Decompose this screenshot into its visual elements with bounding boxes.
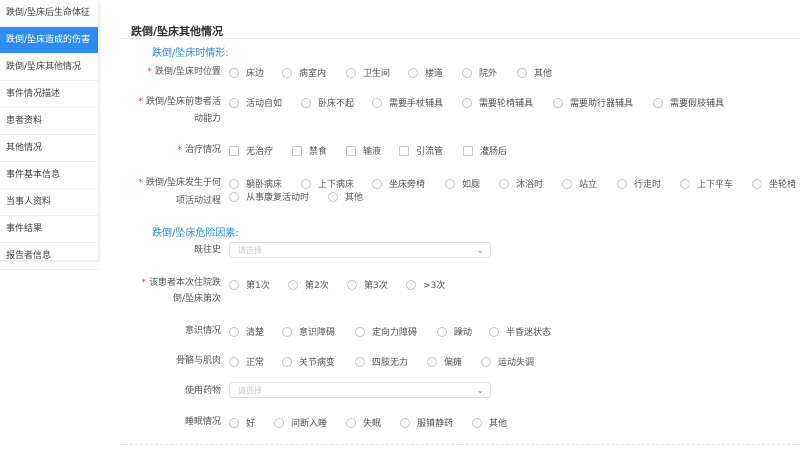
radio-bone-normal[interactable]: 正常 <box>229 355 264 368</box>
radio-activity-lying[interactable]: 躺卧病床 <box>229 177 282 190</box>
radio-count-more-than-3[interactable]: >3次 <box>406 278 445 291</box>
field-label-treatment: * 治疗情况 <box>177 145 221 155</box>
radio-location-other[interactable]: 其他 <box>517 66 552 79</box>
field-label-activity: * 跌倒/坠床发生于何 <box>138 178 221 188</box>
radio-ability-bedridden[interactable]: 卧床不起 <box>301 96 354 109</box>
radio-bone-weakness[interactable]: 四肢无力 <box>355 355 408 368</box>
field-label-fall-count: * 该患者本次住院跌 <box>141 278 221 288</box>
radio-bone-ataxia[interactable]: 运动失调 <box>481 355 534 368</box>
radio-consciousness-orientation[interactable]: 定向力障碍 <box>355 325 417 338</box>
radio-location-outside[interactable]: 院外 <box>462 66 497 79</box>
field-label-activity-cont: 项活动过程 <box>175 196 221 206</box>
field-label-fall-count-cont: 倒/坠床第次 <box>172 294 221 304</box>
chevron-down-icon: ⌄ <box>476 386 484 396</box>
radio-activity-getting-in-out-bed[interactable]: 上下病床 <box>301 177 354 190</box>
radio-bone-joint[interactable]: 关节病变 <box>282 355 335 368</box>
chevron-down-icon: ⌄ <box>476 246 484 256</box>
field-label-sleep: 睡眠情况 <box>184 417 221 427</box>
field-label-location: * 跌倒/坠床时位置 <box>147 67 221 77</box>
radio-sleep-other[interactable]: 其他 <box>472 416 507 429</box>
section-heading-circumstances: 跌倒/坠床时情形: <box>152 48 229 59</box>
field-label-ability-cont: 动能力 <box>193 114 221 124</box>
title-divider <box>120 38 800 39</box>
checkbox-treatment-none[interactable]: 无治疗 <box>229 144 273 157</box>
radio-activity-walking[interactable]: 行走时 <box>617 177 661 190</box>
radio-consciousness-semicoma[interactable]: 半昏迷状态 <box>489 325 551 338</box>
radio-ability-free[interactable]: 活动自如 <box>229 96 282 109</box>
radio-consciousness-agitation[interactable]: 躁动 <box>437 325 472 338</box>
radio-activity-bathing[interactable]: 沐浴时 <box>499 177 543 190</box>
field-label-history: 既往史 <box>193 245 221 255</box>
section-heading-risk-factors: 跌倒/坠床危险因素: <box>152 228 239 239</box>
radio-ability-cane[interactable]: 需要手杖辅具 <box>372 96 443 109</box>
page-title: 跌倒/坠床其他情况 <box>131 25 224 38</box>
field-label-consciousness: 意识情况 <box>184 326 221 336</box>
sidebar-item-vital-signs[interactable]: 跌倒/坠床后生命体征 <box>0 0 98 27</box>
checkbox-treatment-fasting[interactable]: 禁食 <box>292 144 327 157</box>
radio-activity-toilet[interactable]: 如厕 <box>445 177 480 190</box>
radio-count-2[interactable]: 第2次 <box>288 278 329 291</box>
radio-bone-hemiplegia[interactable]: 偏瘫 <box>427 355 462 368</box>
radio-count-1[interactable]: 第1次 <box>229 278 270 291</box>
sidebar-nav: 跌倒/坠床后生命体征 跌倒/坠床造成的伤害 跌倒/坠床其他情况 事件情况描述 患… <box>0 0 98 270</box>
radio-consciousness-disorder[interactable]: 意识障碍 <box>282 325 335 338</box>
radio-ability-walker[interactable]: 需要助行器辅具 <box>553 96 633 109</box>
radio-ability-wheelchair[interactable]: 需要轮椅辅具 <box>462 96 533 109</box>
radio-activity-other[interactable]: 其他 <box>328 190 363 203</box>
medication-select[interactable]: 请选择 ⌄ <box>229 382 491 398</box>
radio-location-ward[interactable]: 病室内 <box>282 66 326 79</box>
radio-sleep-sedative[interactable]: 服镇静药 <box>400 416 453 429</box>
radio-activity-bedside-chair[interactable]: 坐床旁椅 <box>372 177 425 190</box>
field-label-medication: 使用药物 <box>184 386 221 396</box>
radio-sleep-insomnia[interactable]: 失眠 <box>346 416 381 429</box>
radio-activity-wheelchair[interactable]: 坐轮椅 <box>752 177 796 190</box>
radio-sleep-good[interactable]: 好 <box>229 416 255 429</box>
radio-consciousness-clear[interactable]: 清楚 <box>229 325 264 338</box>
field-label-bone-muscle: 骨骼与肌肉 <box>175 356 221 366</box>
sidebar-item-event-result[interactable]: 事件结果 <box>0 216 98 243</box>
radio-activity-stretcher[interactable]: 上下平车 <box>680 177 733 190</box>
bottom-divider <box>120 444 800 445</box>
sidebar-item-injury[interactable]: 跌倒/坠床造成的伤害 <box>0 27 98 54</box>
radio-location-corridor[interactable]: 楼道 <box>408 66 443 79</box>
checkbox-treatment-infusion[interactable]: 输液 <box>346 144 381 157</box>
radio-ability-prosthesis[interactable]: 需要假肢辅具 <box>653 96 724 109</box>
radio-activity-standing[interactable]: 站立 <box>562 177 597 190</box>
radio-location-bedside[interactable]: 床边 <box>229 66 264 79</box>
radio-location-bathroom[interactable]: 卫生间 <box>346 66 390 79</box>
radio-count-3[interactable]: 第3次 <box>347 278 388 291</box>
radio-activity-rehab[interactable]: 从事康复活动时 <box>229 190 309 203</box>
history-select[interactable]: 请选择 ⌄ <box>229 242 491 258</box>
checkbox-treatment-enema[interactable]: 灌肠后 <box>463 144 507 157</box>
radio-sleep-intermittent[interactable]: 间断入睡 <box>274 416 327 429</box>
field-label-ability: * 跌倒/坠床前患者活 <box>138 97 221 107</box>
checkbox-treatment-drainage[interactable]: 引流管 <box>399 144 443 157</box>
